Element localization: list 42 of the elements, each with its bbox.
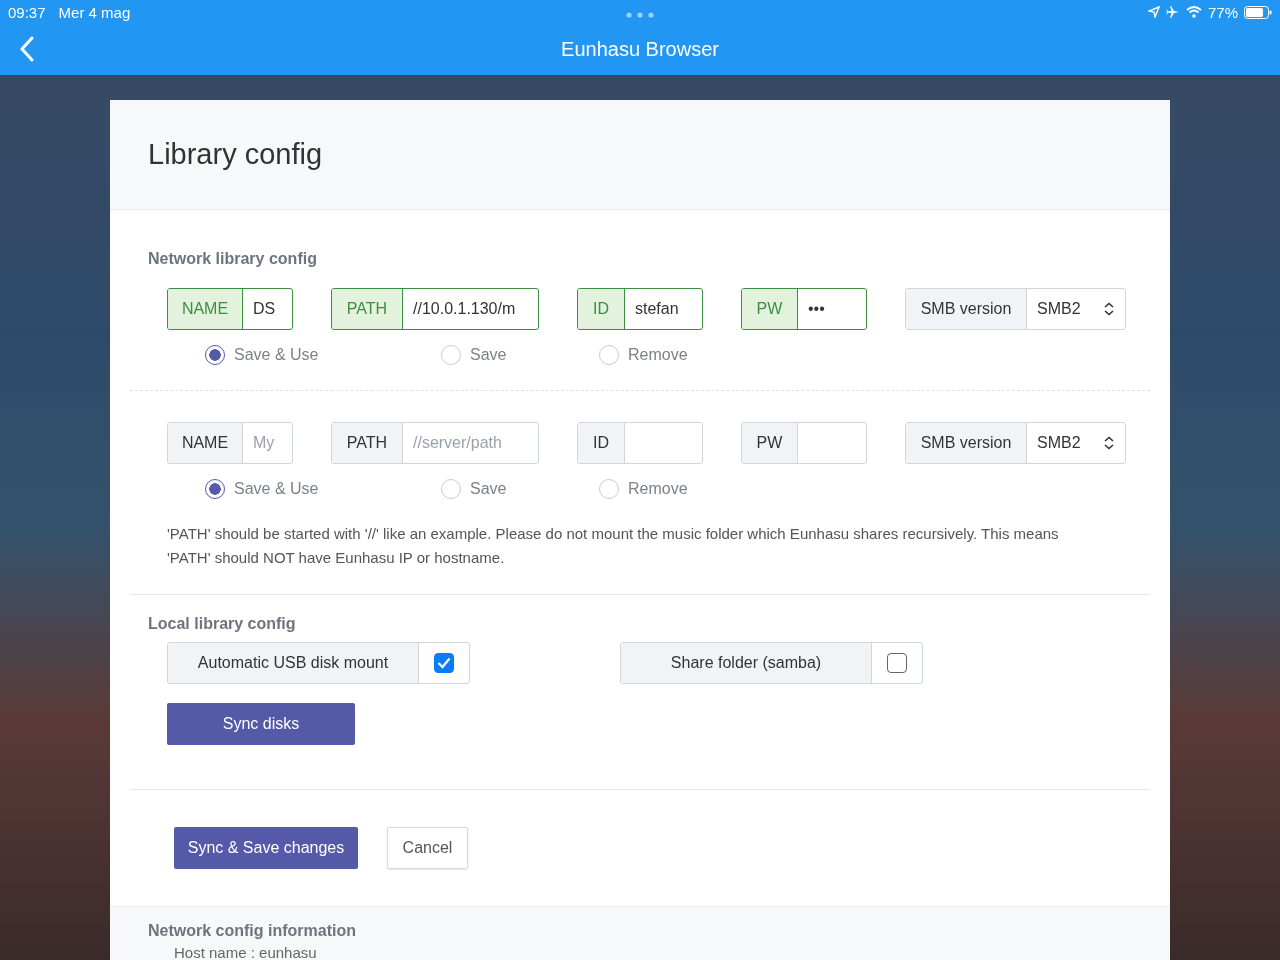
info-line: Host name : eunhasu (174, 944, 318, 960)
section-heading: Network library config (148, 250, 318, 268)
airplane-icon (1165, 5, 1180, 19)
checkbox[interactable] (434, 653, 454, 673)
input-field[interactable]: PW (741, 422, 867, 464)
radio-label: Remove (628, 480, 688, 498)
radio-label: Save & Use (234, 480, 319, 498)
input-field[interactable]: ID (577, 422, 703, 464)
input-field[interactable]: PW ••• (741, 288, 867, 330)
radio-label: Save (470, 346, 507, 364)
section-heading: Network config information (148, 922, 357, 940)
input-field[interactable]: PATH //server/path (331, 422, 539, 464)
select-field[interactable]: SMB version SMB2 (905, 422, 1126, 464)
location-icon (1147, 6, 1160, 18)
input-field[interactable]: NAME My (167, 422, 293, 464)
radio-label: Save & Use (234, 346, 319, 364)
toggle-label: Automatic USB disk mount (167, 642, 470, 684)
save-button[interactable]: Sync & Save changes (174, 827, 358, 869)
path-note: 'PATH' should be started with '//' like an example. Please do not mount the music folder which Eunhasu shares recursively. This means 'PATH' should NOT have Eunhasu IP or hostname. (167, 524, 1060, 568)
wifi-icon (1185, 6, 1202, 18)
select-field[interactable]: SMB version SMB2 (905, 288, 1126, 330)
battery-percent: 77% (1207, 3, 1238, 21)
status-time: 09:37 (8, 3, 46, 21)
status-date: Mer 4 mag (58, 3, 131, 21)
radio-label: Remove (628, 346, 688, 364)
sync-disks-button[interactable]: Sync disks (167, 703, 355, 745)
radio-label: Save (470, 480, 507, 498)
section-heading: Local library config (148, 615, 297, 633)
input-field[interactable]: PATH //10.0.1.130/m (331, 288, 539, 330)
toggle-label: Share folder (samba) (620, 642, 923, 684)
checkbox[interactable] (887, 653, 907, 673)
battery-icon (1244, 5, 1272, 19)
multitask-dots-icon[interactable] (626, 12, 654, 18)
input-field[interactable]: ID stefan (577, 288, 703, 330)
cancel-button[interactable]: Cancel (387, 827, 468, 869)
radio-button[interactable] (205, 479, 225, 499)
card-title: Library config (148, 138, 323, 171)
input-field[interactable]: NAME DS (167, 288, 293, 330)
up-down-chevron-icon (1103, 302, 1115, 316)
nav-title: Eunhasu Browser (561, 38, 719, 61)
radio-button[interactable] (205, 345, 225, 365)
up-down-chevron-icon (1103, 436, 1115, 450)
